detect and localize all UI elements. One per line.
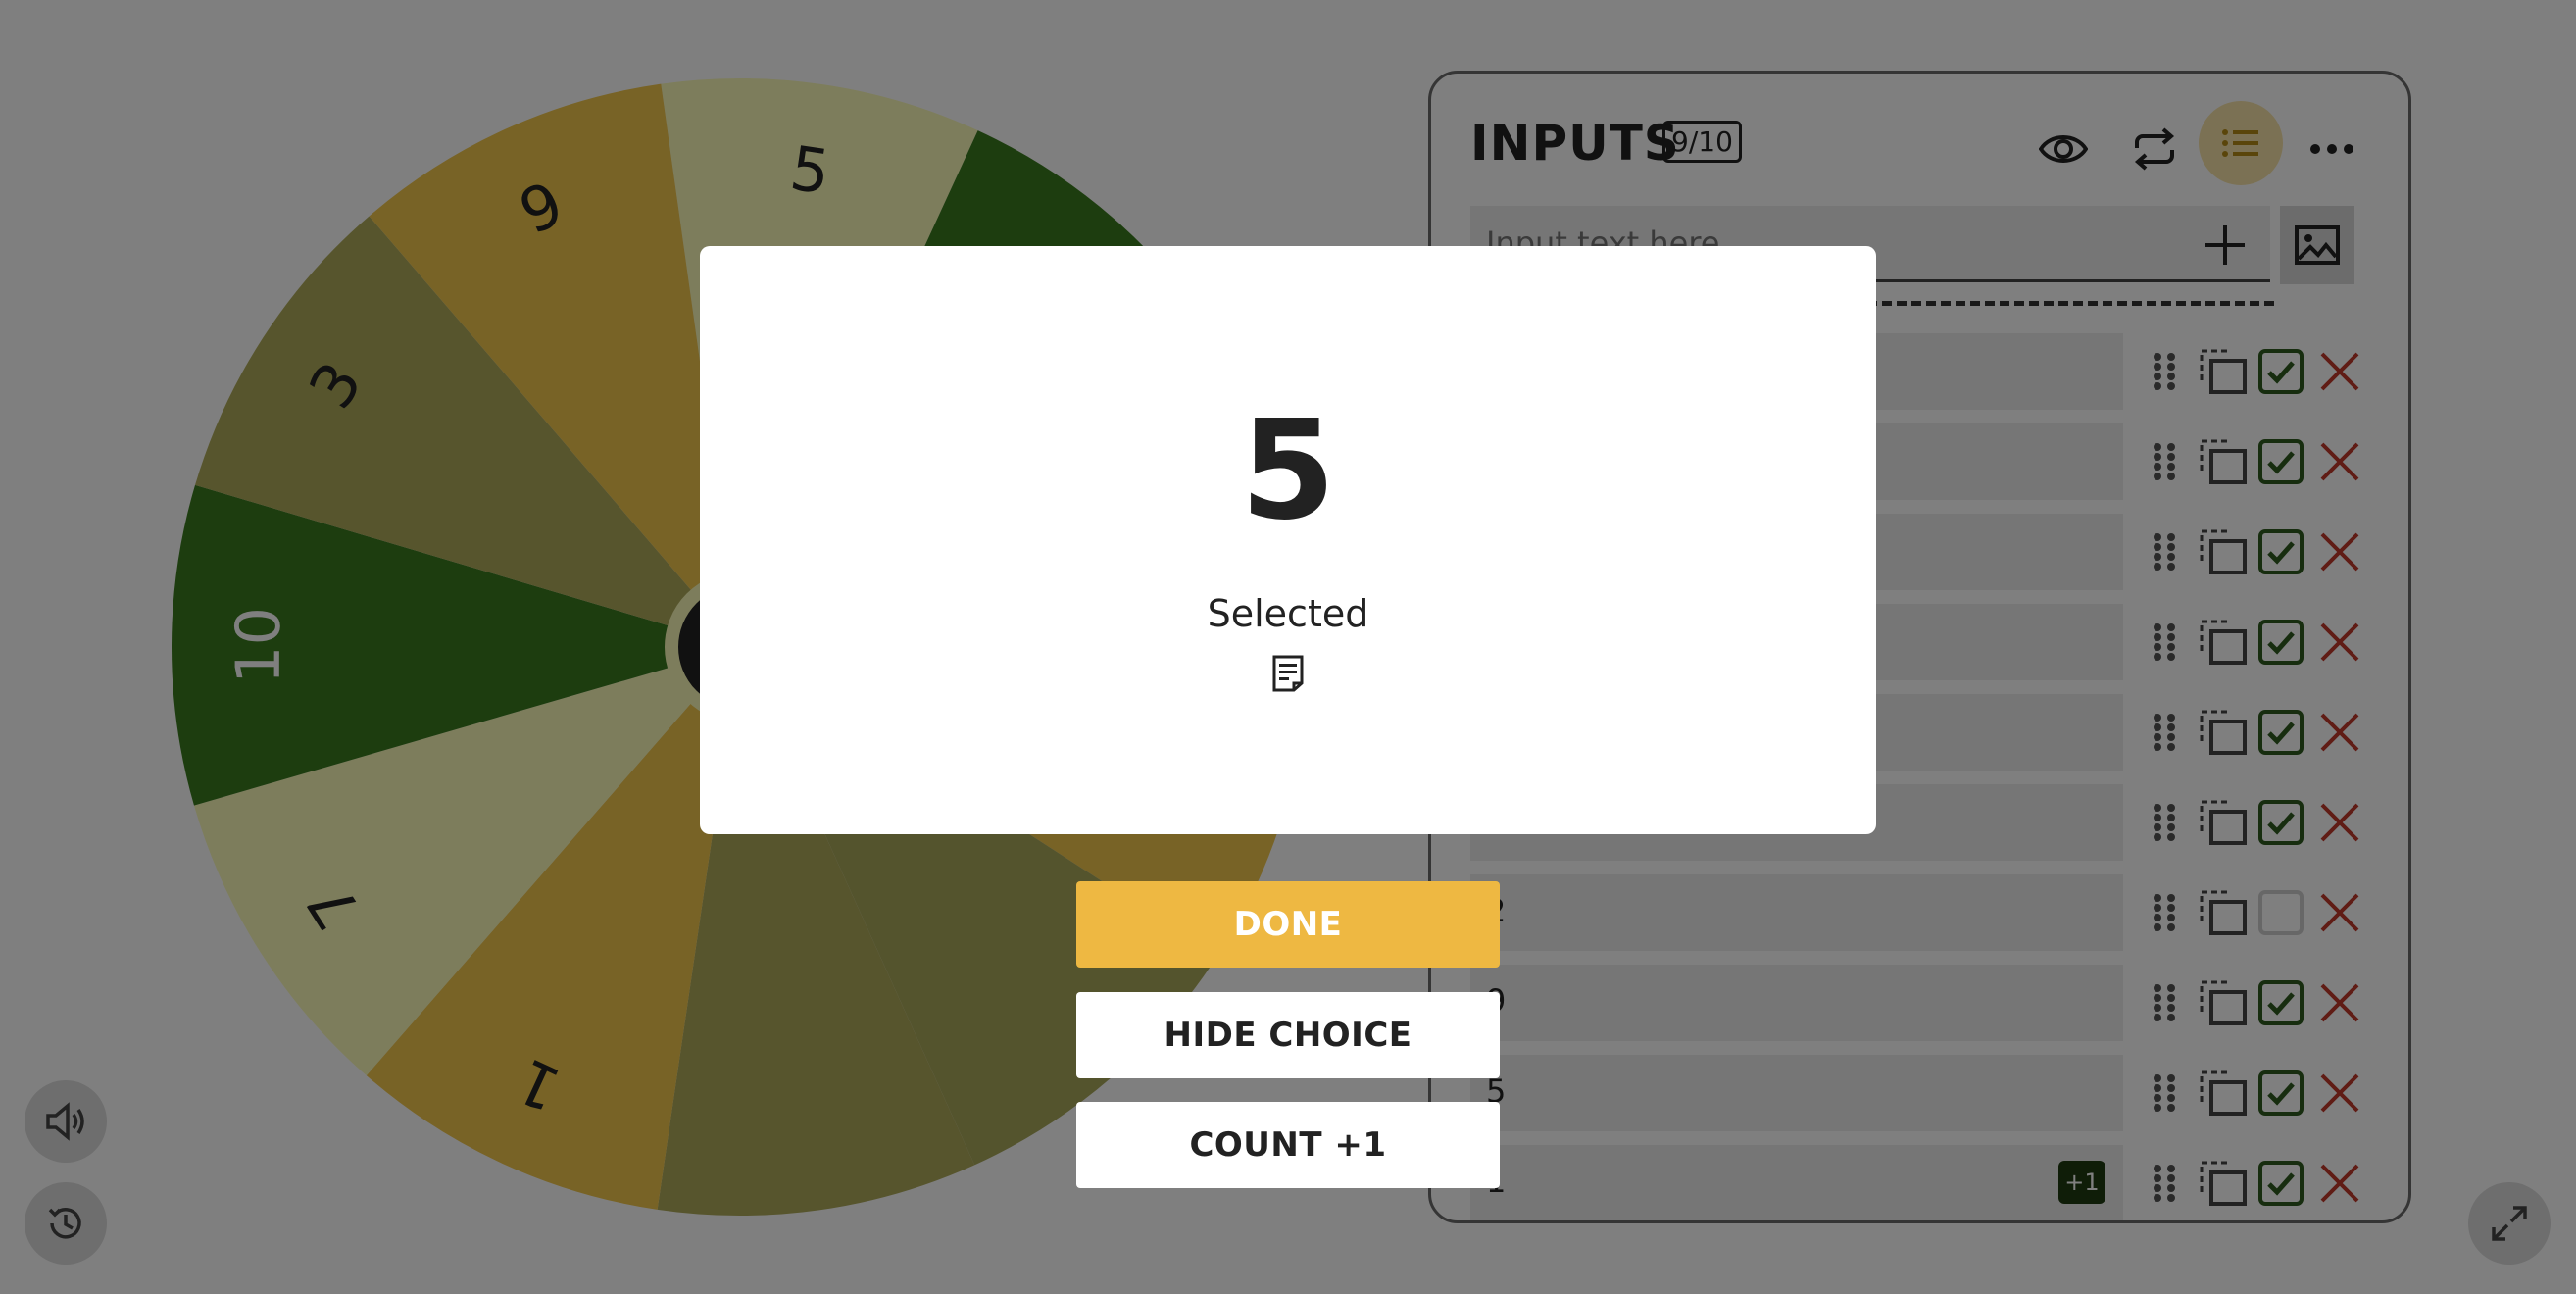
selected-label: Selected bbox=[1207, 592, 1369, 635]
hide-choice-button[interactable]: HIDE CHOICE bbox=[1076, 992, 1500, 1078]
result-dialog: 5 Selected bbox=[700, 246, 1876, 834]
done-button[interactable]: DONE bbox=[1076, 881, 1500, 968]
selected-result: 5 bbox=[1240, 391, 1336, 551]
note-icon[interactable] bbox=[1268, 652, 1308, 695]
count-plus-one-button[interactable]: COUNT +1 bbox=[1076, 1102, 1500, 1188]
